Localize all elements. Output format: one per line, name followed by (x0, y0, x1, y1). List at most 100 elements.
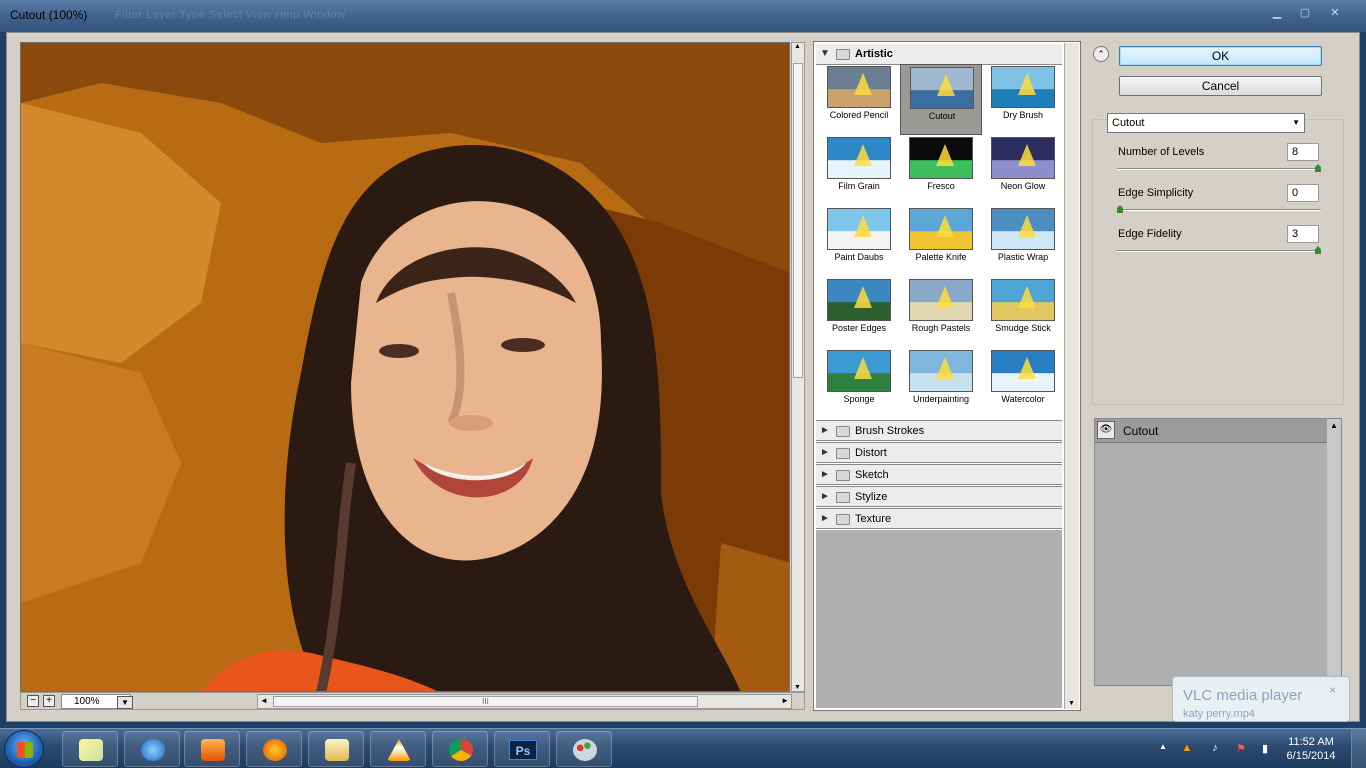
filter-thumbnail-watercolor[interactable]: Watercolor (982, 348, 1064, 419)
thumbnail-image (909, 350, 973, 392)
taskbar-firefox[interactable] (246, 731, 302, 767)
folder-icon (836, 49, 850, 60)
thumbnail-label: Palette Knife (915, 252, 967, 262)
thumbnail-label: Paint Daubs (834, 252, 884, 262)
collapse-gallery-button[interactable]: ⌃ (1093, 46, 1109, 62)
effect-layers-panel: 👁 Cutout ▲ ▼ (1094, 418, 1342, 686)
network-icon[interactable]: ▮ (1258, 742, 1272, 756)
thumbnail-image (991, 208, 1055, 250)
edge-fidelity-field[interactable]: 3 (1287, 225, 1319, 243)
maximize-icon[interactable]: ▢ (1296, 6, 1314, 20)
folder-icon (836, 448, 850, 459)
filter-thumbnail-neon-glow[interactable]: Neon Glow (982, 135, 1064, 206)
category-label: Brush Strokes (855, 425, 925, 437)
vlc-tray-icon[interactable]: ▲ (1180, 742, 1194, 756)
thumbnail-image (991, 350, 1055, 392)
zoom-dropdown-icon[interactable]: ▼ (117, 696, 133, 709)
ok-button[interactable]: OK (1119, 46, 1322, 66)
filter-thumbnail-paint-daubs[interactable]: Paint Daubs (818, 206, 900, 277)
category-label: Texture (855, 513, 892, 525)
filter-thumbnail-smudge-stick[interactable]: Smudge Stick (982, 277, 1064, 348)
cancel-button[interactable]: Cancel (1119, 76, 1322, 96)
filter-thumbnail-underpainting[interactable]: Underpainting (900, 348, 982, 419)
effect-layer-row[interactable]: 👁 Cutout (1095, 419, 1327, 443)
clock-time: 11:52 AM (1288, 736, 1334, 748)
scroll-left-icon[interactable]: ◄ (260, 696, 268, 705)
taskbar-media-player[interactable] (184, 731, 240, 767)
category-artistic[interactable]: ▼ Artistic (816, 44, 1062, 65)
sailboat-icon (1018, 144, 1036, 166)
close-icon[interactable]: ✕ (1326, 6, 1344, 20)
volume-icon[interactable]: ♪ (1208, 742, 1222, 756)
minimize-icon[interactable]: ▁ (1268, 6, 1286, 20)
taskbar-chrome[interactable] (432, 731, 488, 767)
filter-thumbnail-dry-brush[interactable]: Dry Brush (982, 64, 1064, 135)
category-label: Distort (855, 447, 887, 459)
thumbnail-image (827, 66, 891, 108)
gallery-scrollbar[interactable]: ▼ (1064, 43, 1079, 709)
firefox-icon (263, 739, 287, 761)
taskbar-paint[interactable] (556, 731, 612, 767)
category-stylize[interactable]: ► Stylize (816, 486, 1062, 507)
taskbar-file-explorer[interactable] (308, 731, 364, 767)
category-brush-strokes[interactable]: ► Brush Strokes (816, 420, 1062, 441)
filter-thumbnail-colored-pencil[interactable]: Colored Pencil (818, 64, 900, 135)
scroll-down-icon[interactable]: ▼ (1068, 700, 1075, 707)
scroll-up-icon[interactable]: ▲ (1330, 421, 1338, 430)
edge-simplicity-slider[interactable] (1117, 205, 1321, 213)
scroll-right-icon[interactable]: ► (781, 696, 789, 705)
title-bar: Cutout (100%) Filter Layer Type Select V… (0, 0, 1366, 32)
number-of-levels-field[interactable]: 8 (1287, 143, 1319, 161)
zoom-out-button[interactable]: − (27, 695, 39, 707)
filter-thumbnail-cutout[interactable]: Cutout (900, 64, 982, 135)
filter-thumbnail-fresco[interactable]: Fresco (900, 135, 982, 206)
start-button[interactable] (4, 730, 44, 768)
taskbar-photoshop[interactable]: Ps (494, 731, 550, 767)
filter-thumbnail-poster-edges[interactable]: Poster Edges (818, 277, 900, 348)
preview-horizontal-scrollbar[interactable]: ◄ III ► (257, 694, 792, 709)
filter-gallery: ▼ Artistic Colored Pencil Cutout Dry Brush… (813, 41, 1081, 711)
edge-simplicity-field[interactable]: 0 (1287, 184, 1319, 202)
sailboat-icon (936, 286, 954, 308)
thumbnail-label: Dry Brush (1002, 110, 1043, 120)
vlc-notification[interactable]: VLC media player katy perry.mp4 × (1172, 676, 1350, 722)
clock[interactable]: 11:52 AM 6/15/2014 (1280, 735, 1342, 763)
scroll-thumb[interactable] (793, 63, 803, 378)
number-of-levels-slider[interactable] (1117, 164, 1321, 172)
scroll-down-icon[interactable]: ▼ (794, 684, 801, 691)
thumbnail-label: Underpainting (912, 394, 970, 404)
visibility-eye-icon[interactable]: 👁 (1097, 421, 1115, 439)
taskbar-internet-explorer[interactable] (124, 731, 180, 767)
filter-thumbnail-film-grain[interactable]: Film Grain (818, 135, 900, 206)
filter-thumbnail-sponge[interactable]: Sponge (818, 348, 900, 419)
sailboat-icon (1018, 357, 1036, 379)
category-sketch[interactable]: ► Sketch (816, 464, 1062, 485)
category-label: Artistic (855, 48, 893, 60)
scroll-thumb[interactable]: III (273, 696, 698, 707)
scroll-up-icon[interactable]: ▲ (794, 43, 801, 50)
gallery-empty-area (816, 530, 1062, 708)
filter-thumbnail-plastic-wrap[interactable]: Plastic Wrap (982, 206, 1064, 277)
filter-select[interactable]: Cutout ▼ (1107, 113, 1305, 133)
collapsed-triangle-icon: ► (820, 447, 830, 458)
preview-canvas[interactable] (20, 42, 790, 692)
category-texture[interactable]: ► Texture (816, 508, 1062, 529)
category-distort[interactable]: ► Distort (816, 442, 1062, 463)
effect-layer-label: Cutout (1123, 424, 1159, 438)
filter-thumbnail-rough-pastels[interactable]: Rough Pastels (900, 277, 982, 348)
taskbar-vlc[interactable] (370, 731, 426, 767)
filter-thumbnail-palette-knife[interactable]: Palette Knife (900, 206, 982, 277)
show-desktop-button[interactable] (1351, 729, 1366, 768)
close-icon[interactable]: × (1329, 683, 1336, 697)
zoom-in-button[interactable]: + (43, 695, 55, 707)
taskbar-explorer-notes[interactable] (62, 731, 118, 767)
thumbnail-image (991, 137, 1055, 179)
thumbnail-label: Watercolor (1001, 394, 1045, 404)
layers-scrollbar[interactable]: ▲ ▼ (1327, 419, 1341, 685)
action-center-icon[interactable]: ⚑ (1234, 742, 1248, 756)
category-label: Stylize (855, 491, 888, 503)
edge-fidelity-slider[interactable] (1117, 246, 1321, 254)
preview-vertical-scrollbar[interactable]: ▲ ▼ (791, 42, 805, 692)
show-hidden-icons-icon[interactable]: ▲ (1156, 742, 1170, 756)
collapsed-triangle-icon: ► (820, 469, 830, 480)
